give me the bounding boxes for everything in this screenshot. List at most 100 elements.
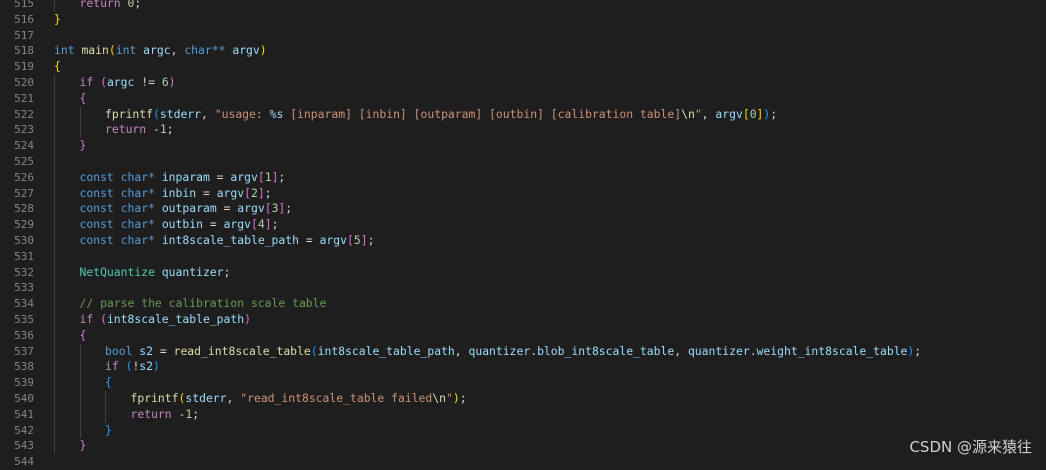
code-line[interactable]: 537 bool s2 = read_int8scale_table(int8sc… (0, 343, 1046, 360)
line-number: 539 (14, 376, 34, 390)
indent-guide (79, 122, 81, 139)
code-token: ) (452, 390, 460, 405)
code-token: \n (681, 106, 695, 121)
code-line[interactable]: 543} (0, 438, 1046, 455)
code-token: main (81, 43, 109, 58)
code-line[interactable]: 530 const char* int8scale_table_path = ar… (0, 232, 1046, 249)
code-line[interactable]: 532 NetQuantize quantizer; (0, 264, 1046, 281)
code-token: } (79, 438, 87, 453)
code-line[interactable]: 524} (0, 138, 1046, 154)
line-number: 519 (14, 60, 34, 74)
code-token: inparam (161, 169, 210, 184)
code-line[interactable]: 522 fprintf(stderr, "usage: %s [inparam] … (0, 106, 1046, 123)
code-text: } (80, 438, 87, 454)
code-token: return (105, 122, 147, 137)
code-token: { (79, 327, 87, 342)
line-number: 529 (14, 218, 34, 232)
code-token: outparam (161, 201, 217, 216)
code-line[interactable]: 534 // parse the calibration scale table (0, 296, 1046, 312)
code-token: if (79, 74, 94, 89)
code-line[interactable]: 526 const char* inparam = argv[1]; (0, 169, 1046, 186)
line-number: 542 (14, 423, 34, 437)
code-token: char (120, 201, 149, 216)
code-line[interactable]: 518 int main(int argc, char** argv) (0, 43, 1046, 59)
code-token: quantizer (468, 343, 531, 358)
code-token: ** (211, 43, 233, 58)
code-line[interactable]: 544 (0, 454, 1046, 470)
line-number: 523 (14, 123, 34, 137)
code-line[interactable]: 517 (0, 28, 1046, 44)
code-token: ; (914, 343, 922, 358)
code-line[interactable]: 515 return 0; (0, 0, 1046, 12)
line-number: 520 (14, 75, 34, 89)
code-line[interactable]: 527 const char* inbin = argv[2]; (0, 185, 1046, 202)
code-token: != (134, 74, 162, 89)
code-text: if (int8scale_table_path) (80, 312, 251, 328)
code-line[interactable]: 516} (0, 12, 1046, 28)
code-line[interactable]: 535 if (int8scale_table_path) (0, 311, 1046, 328)
indent-guide (54, 232, 55, 249)
code-text: const char* int8scale_table_path = argv[… (80, 233, 375, 249)
code-token: int (115, 43, 137, 58)
line-number: 515 (14, 0, 34, 10)
line-number: 537 (14, 344, 34, 358)
code-token: [ (257, 169, 265, 184)
code-token: ; (770, 106, 778, 121)
code-token: int8scale_table_path (161, 232, 299, 247)
code-token: [ (264, 201, 272, 216)
code-line[interactable]: 528 const char* outparam = argv[3]; (0, 201, 1046, 218)
code-token: { (79, 90, 87, 105)
code-line[interactable]: 540 fprintf(stderr, "read_int8scale_table… (0, 390, 1046, 407)
code-text: } (54, 12, 61, 28)
line-number: 534 (14, 297, 34, 311)
code-line[interactable]: 523 return -1; (0, 122, 1046, 139)
code-token: bool (105, 343, 133, 358)
indent-guide (79, 406, 81, 423)
code-line[interactable]: 542} (0, 422, 1046, 439)
code-token: ; (134, 0, 142, 10)
code-line[interactable]: 519 { (0, 59, 1046, 75)
indent-guide (54, 0, 55, 12)
code-token: quantizer (161, 264, 224, 279)
code-token: ( (153, 106, 160, 121)
code-line[interactable]: 538 if (!s2) (0, 359, 1046, 376)
indent-guide (54, 296, 55, 312)
code-token: ; (192, 406, 200, 421)
code-editor[interactable]: 515 return 0; 516} 517 518 int main(int argc,… (0, 0, 1046, 470)
code-line[interactable]: 525 (0, 153, 1046, 170)
code-line[interactable]: 536 { (0, 327, 1046, 344)
indent-guide (54, 74, 55, 91)
code-token: argv (216, 185, 245, 200)
code-token: } (105, 422, 112, 437)
code-token: [ (346, 232, 354, 247)
code-text: { (54, 59, 61, 75)
code-line[interactable]: 521 { (0, 90, 1046, 107)
line-number: 517 (14, 28, 34, 42)
indent-guide (79, 106, 81, 123)
indent-guide (79, 343, 81, 360)
code-text: if (!s2) (105, 359, 160, 375)
code-token: ( (100, 74, 107, 89)
code-token: %s (269, 106, 284, 121)
indent-guide (54, 406, 55, 423)
code-token: } (54, 11, 61, 26)
code-line[interactable]: 529 const char* outbin = argv[4]; (0, 217, 1046, 233)
code-token: "usage: (214, 106, 270, 121)
code-text: const char* outparam = argv[3]; (80, 201, 293, 217)
code-token: blob_int8scale_table (537, 343, 675, 358)
code-token: argv (232, 43, 260, 58)
code-line[interactable]: 520 if (argc != 6) (0, 74, 1046, 91)
line-number: 533 (14, 281, 34, 295)
code-token: ) (168, 74, 176, 89)
code-token: argc (143, 43, 171, 58)
code-token: ; (285, 201, 293, 216)
code-line[interactable]: 541 return -1; (0, 406, 1046, 423)
code-line[interactable]: 531 (0, 248, 1046, 265)
code-line[interactable]: 533 (0, 280, 1046, 297)
code-line[interactable]: 539 { (0, 375, 1046, 391)
